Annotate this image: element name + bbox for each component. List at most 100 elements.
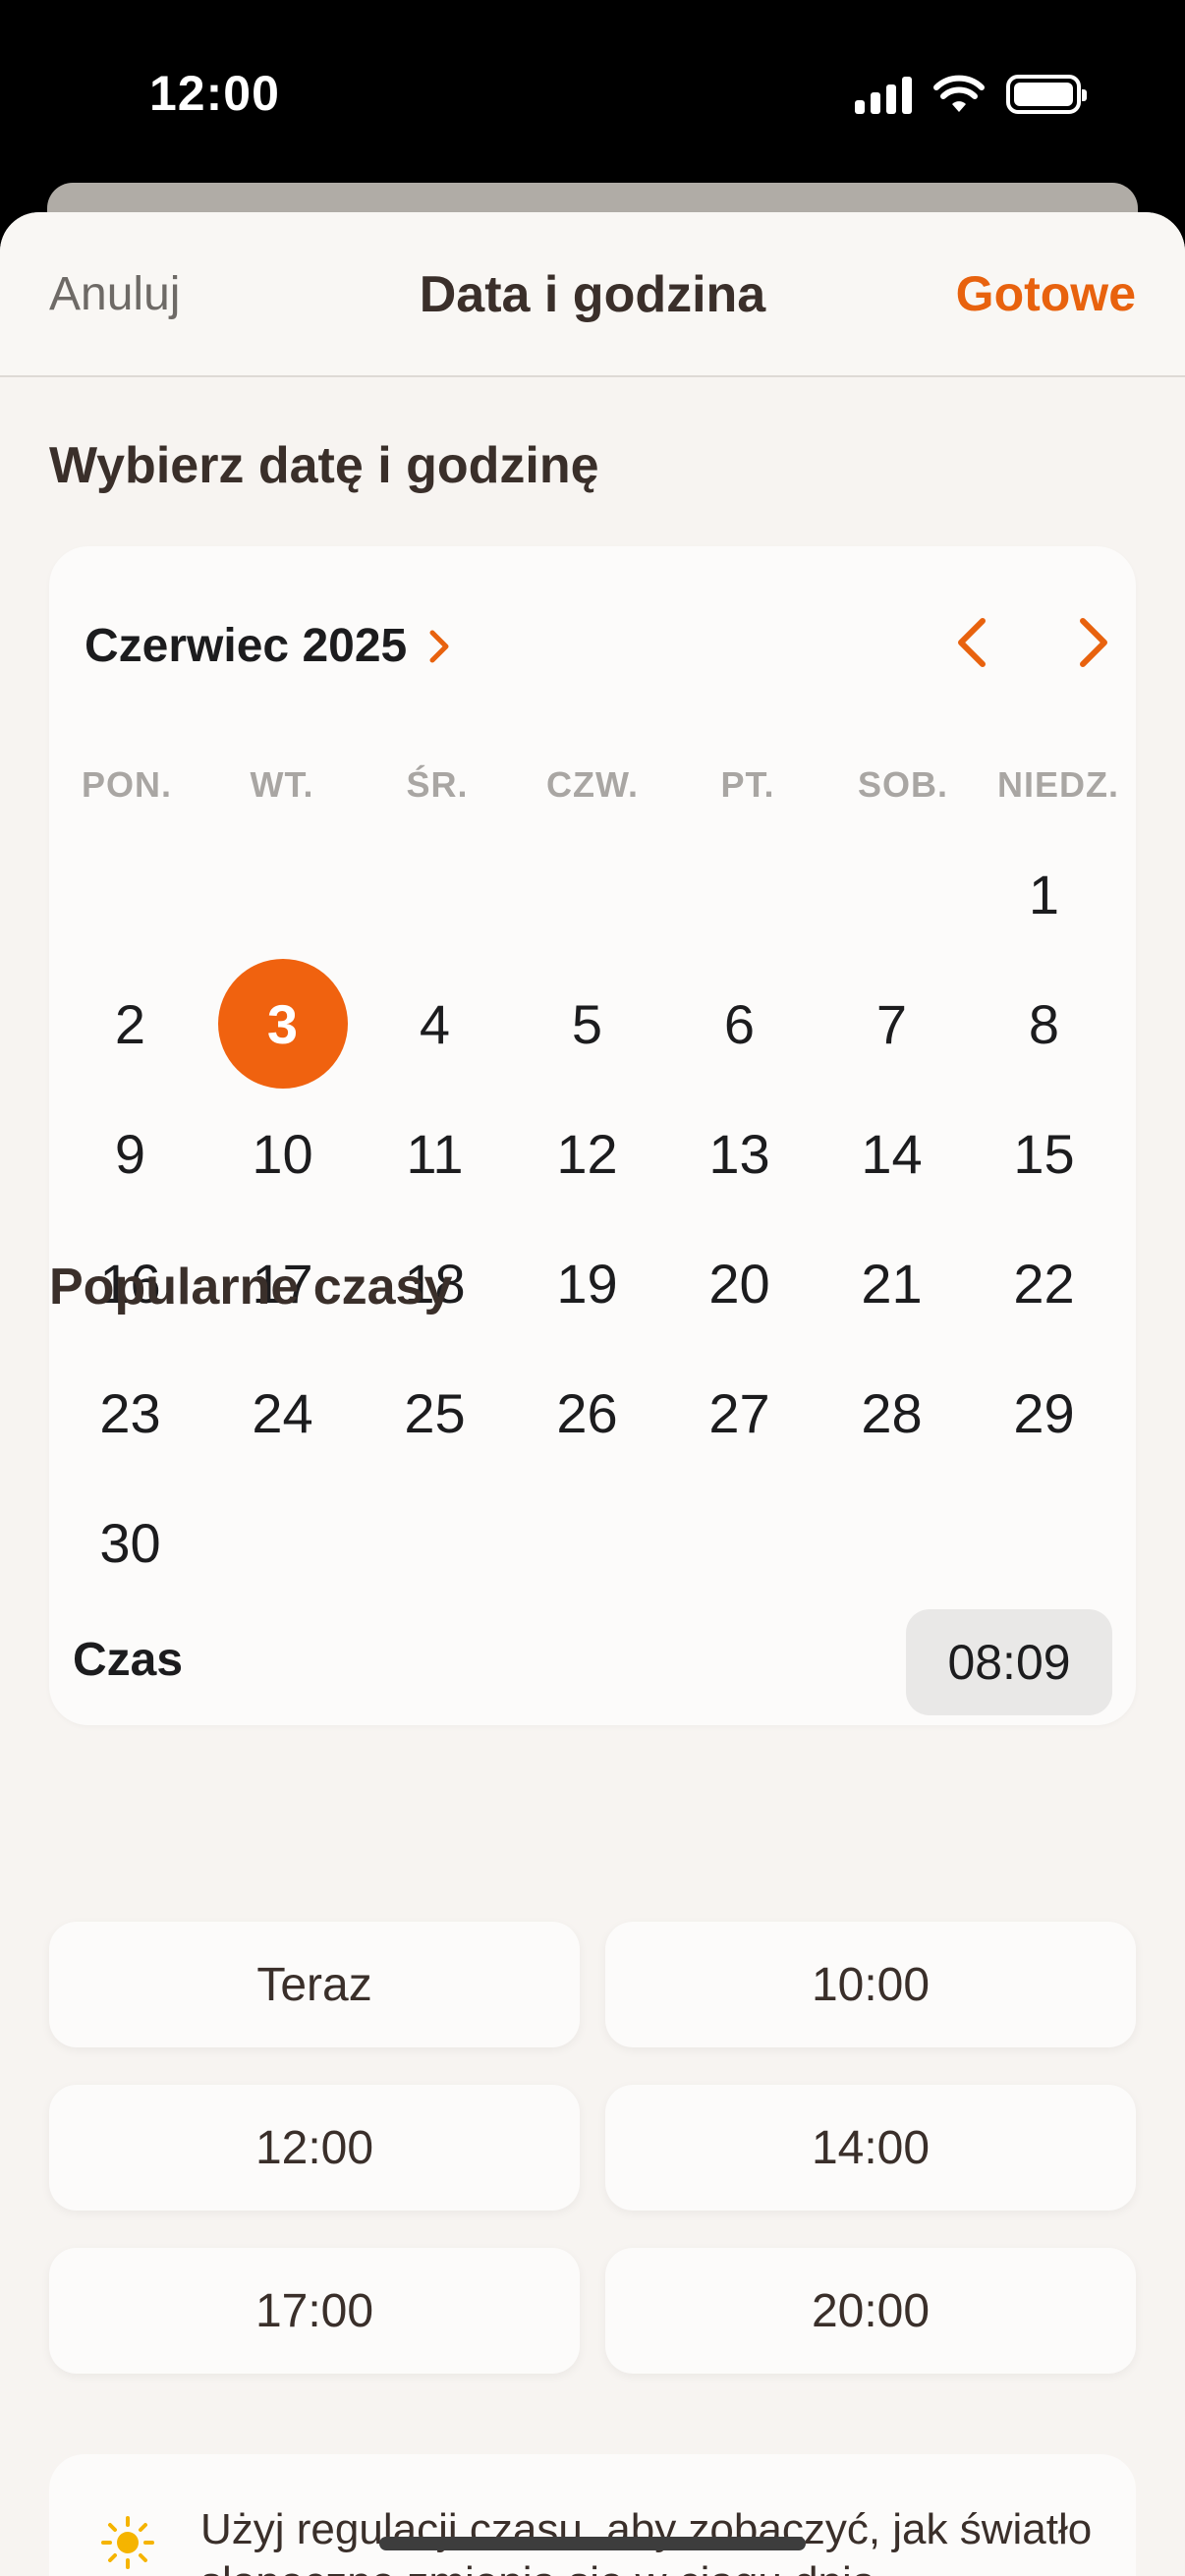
day-number: 28 <box>861 1381 923 1444</box>
nav-bar: Anuluj Data i godzina Gotowe <box>0 212 1185 377</box>
day-number: 7 <box>875 992 908 1055</box>
day-cell[interactable]: 26 <box>511 1348 663 1478</box>
day-cell[interactable]: 10 <box>206 1089 359 1218</box>
section-heading-date: Wybierz datę i godzinę <box>49 437 599 494</box>
previous-month-button[interactable] <box>949 615 998 670</box>
day-cell[interactable]: 25 <box>359 1348 511 1478</box>
day-cell[interactable]: 15 <box>968 1089 1120 1218</box>
popular-time-button[interactable]: 10:00 <box>605 1922 1136 2047</box>
empty-day-cell <box>511 829 663 959</box>
day-number: 24 <box>252 1381 313 1444</box>
day-cell[interactable]: 27 <box>663 1348 816 1478</box>
day-cell[interactable]: 30 <box>54 1478 206 1607</box>
sun-icon <box>101 2516 154 2569</box>
info-card: Użyj regulacji czasu, aby zobaczyć, jak … <box>49 2454 1136 2576</box>
popular-time-button[interactable]: 20:00 <box>605 2248 1136 2374</box>
day-number: 26 <box>556 1381 618 1444</box>
day-cell-selected[interactable]: 3 <box>206 959 359 1089</box>
weekday-label: PT. <box>720 764 775 805</box>
day-number: 22 <box>1013 1252 1075 1315</box>
empty-day-cell <box>816 829 968 959</box>
popular-time-button[interactable]: 12:00 <box>49 2085 580 2211</box>
calendar-card: Czerwiec 2025 PON. WT. ŚR. CZW. PT. SOB.… <box>49 546 1136 1725</box>
day-number: 2 <box>114 992 146 1055</box>
day-number: 27 <box>708 1381 770 1444</box>
day-number: 8 <box>1028 992 1060 1055</box>
day-cell[interactable]: 29 <box>968 1348 1120 1478</box>
weekday-label: WT. <box>250 764 314 805</box>
day-number: 20 <box>708 1252 770 1315</box>
day-cell[interactable]: 4 <box>359 959 511 1089</box>
weekday-label: ŚR. <box>406 764 469 805</box>
day-number: 6 <box>723 992 756 1055</box>
day-cell[interactable]: 9 <box>54 1089 206 1218</box>
day-number: 4 <box>419 992 451 1055</box>
day-number: 29 <box>1013 1381 1075 1444</box>
day-cell[interactable]: 24 <box>206 1348 359 1478</box>
day-cell[interactable]: 28 <box>816 1348 968 1478</box>
day-cell[interactable]: 20 <box>663 1218 816 1348</box>
day-cell[interactable]: 23 <box>54 1348 206 1478</box>
popular-time-button[interactable]: Teraz <box>49 1922 580 2047</box>
day-number: 5 <box>571 992 603 1055</box>
day-cell[interactable]: 14 <box>816 1089 968 1218</box>
weekday-label: CZW. <box>546 764 639 805</box>
day-number: 30 <box>99 1511 161 1574</box>
day-cell[interactable]: 11 <box>359 1089 511 1218</box>
days-grid: 1 2 3 4 5 6 7 8 9 10 11 12 13 14 15 16 17 18 19 20 21 22 23 24 2… <box>49 829 1136 1607</box>
date-time-sheet: Anuluj Data i godzina Gotowe Wybierz dat… <box>0 212 1185 2576</box>
day-cell[interactable]: 19 <box>511 1218 663 1348</box>
cellular-signal-icon <box>855 75 912 114</box>
empty-day-cell <box>206 829 359 959</box>
home-indicator <box>379 2537 806 2550</box>
day-number: 9 <box>114 1122 146 1185</box>
status-time: 12:00 <box>149 66 280 121</box>
time-label: Czas <box>73 1634 184 1686</box>
status-icons <box>855 73 1087 116</box>
weekday-label: PON. <box>81 764 172 805</box>
empty-day-cell <box>54 829 206 959</box>
weekday-header: PON. WT. ŚR. CZW. PT. SOB. NIEDZ. <box>49 764 1136 806</box>
weekday-label: NIEDZ. <box>996 764 1119 805</box>
day-number: 1 <box>1028 863 1060 925</box>
section-heading-popular: Popularne czasy <box>49 1259 453 1316</box>
popular-time-button[interactable]: 14:00 <box>605 2085 1136 2211</box>
done-button[interactable]: Gotowe <box>956 265 1136 322</box>
day-number: 3 <box>217 959 348 1089</box>
battery-icon <box>1006 75 1087 114</box>
popular-time-button[interactable]: 17:00 <box>49 2248 580 2374</box>
day-cell[interactable]: 6 <box>663 959 816 1089</box>
day-number: 14 <box>861 1122 923 1185</box>
chevron-right-icon <box>429 630 449 662</box>
status-bar: 12:00 <box>0 0 1185 187</box>
weekday-label: SOB. <box>857 764 948 805</box>
empty-day-cell <box>359 829 511 959</box>
day-cell[interactable]: 21 <box>816 1218 968 1348</box>
day-number: 13 <box>708 1122 770 1185</box>
day-number: 10 <box>252 1122 313 1185</box>
empty-day-cell <box>663 829 816 959</box>
day-number: 19 <box>556 1252 618 1315</box>
time-row: Czas 08:09 <box>49 1609 1136 1717</box>
day-cell[interactable]: 12 <box>511 1089 663 1218</box>
day-number: 12 <box>556 1122 618 1185</box>
wifi-icon <box>933 75 985 112</box>
next-month-button[interactable] <box>1067 615 1116 670</box>
month-label: Czerwiec 2025 <box>85 620 408 672</box>
day-cell[interactable]: 8 <box>968 959 1120 1089</box>
month-navigation <box>949 615 1116 670</box>
day-number: 11 <box>406 1122 464 1185</box>
day-number: 21 <box>861 1252 923 1315</box>
month-picker-button[interactable]: Czerwiec 2025 <box>85 619 454 673</box>
day-number: 23 <box>99 1381 161 1444</box>
day-number: 15 <box>1013 1122 1075 1185</box>
day-number: 25 <box>404 1381 466 1444</box>
day-cell[interactable]: 2 <box>54 959 206 1089</box>
day-cell[interactable]: 1 <box>968 829 1120 959</box>
time-value-button[interactable]: 08:09 <box>906 1609 1112 1715</box>
day-cell[interactable]: 22 <box>968 1218 1120 1348</box>
day-cell[interactable]: 5 <box>511 959 663 1089</box>
day-cell[interactable]: 13 <box>663 1089 816 1218</box>
popular-times-grid: Teraz 10:00 12:00 14:00 17:00 20:00 <box>49 1922 1136 2374</box>
day-cell[interactable]: 7 <box>816 959 968 1089</box>
